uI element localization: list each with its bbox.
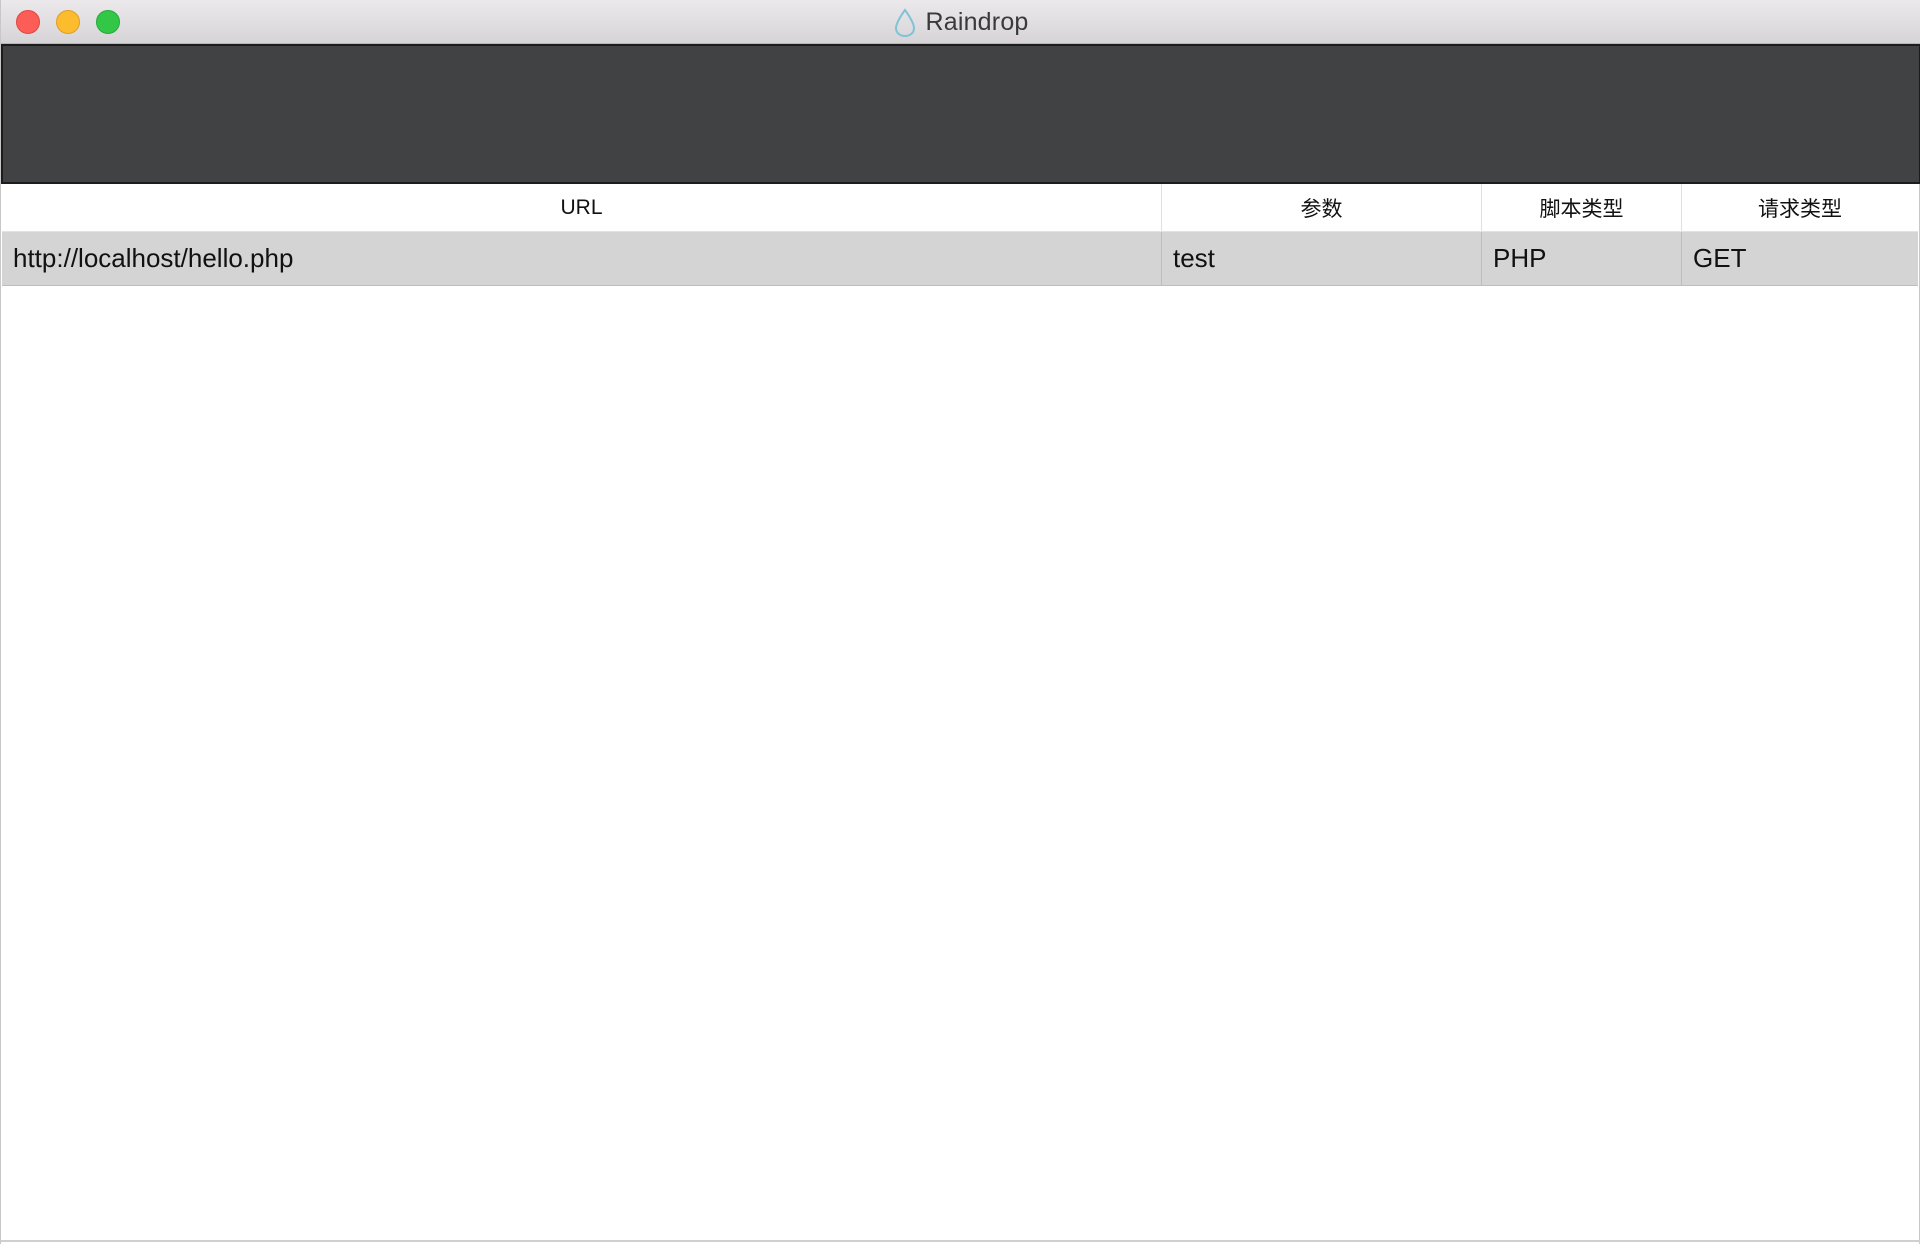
raindrop-icon — [895, 8, 916, 38]
table-row[interactable]: http://localhost/hello.php test PHP GET — [2, 232, 1918, 286]
window-title-group: Raindrop — [1, 0, 1920, 44]
cell-request-type[interactable]: GET — [1682, 232, 1918, 285]
table-header: URL 参数 脚本类型 请求类型 — [2, 184, 1918, 232]
cell-script-type[interactable]: PHP — [1482, 232, 1682, 285]
window-title: Raindrop — [925, 7, 1029, 36]
cell-params[interactable]: test — [1162, 232, 1482, 285]
app-window: Raindrop URL 参数 脚本类型 请求类型 http://localho… — [0, 0, 1920, 1244]
column-header-params[interactable]: 参数 — [1162, 184, 1482, 231]
title-bar[interactable]: Raindrop — [1, 0, 1920, 44]
window-bottom-border — [1, 1240, 1920, 1242]
column-header-url[interactable]: URL — [2, 184, 1162, 231]
column-header-script-type[interactable]: 脚本类型 — [1482, 184, 1682, 231]
column-header-request-type[interactable]: 请求类型 — [1682, 184, 1918, 231]
cell-url[interactable]: http://localhost/hello.php — [2, 232, 1162, 285]
toolbar-area — [1, 44, 1920, 184]
request-table: URL 参数 脚本类型 请求类型 http://localhost/hello.… — [2, 184, 1918, 286]
